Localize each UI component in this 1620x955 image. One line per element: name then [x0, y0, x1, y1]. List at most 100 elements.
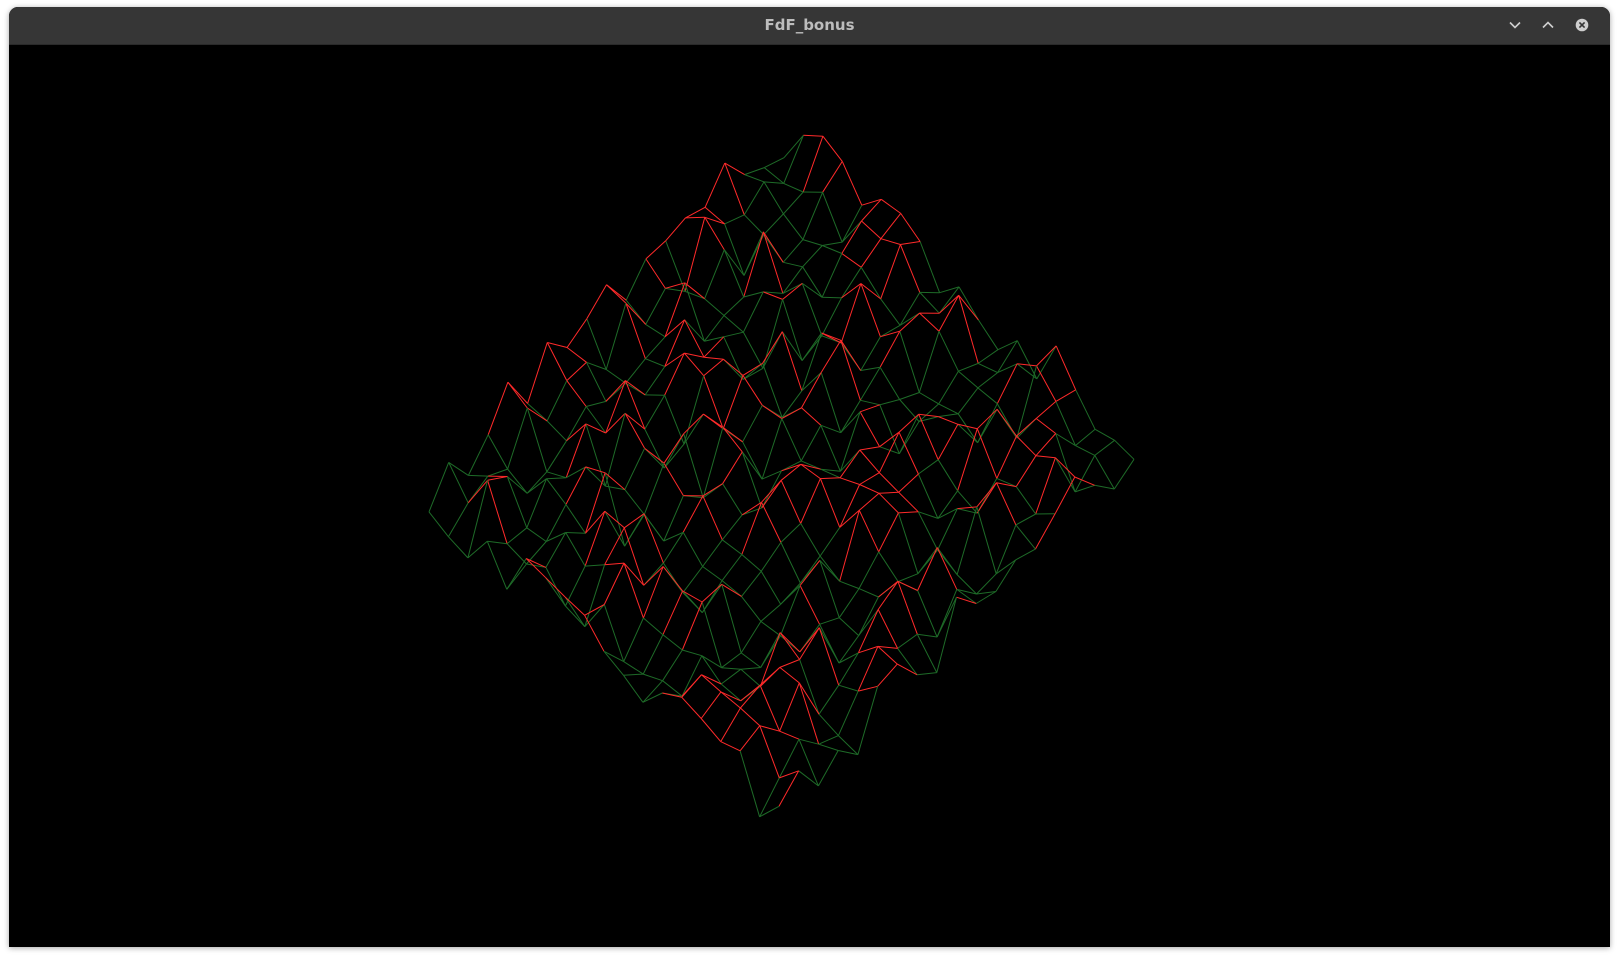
wireframe-edge — [958, 286, 979, 321]
wireframe-edge — [721, 514, 743, 541]
wireframe-edge — [704, 206, 725, 225]
wireframe-edge — [566, 361, 587, 381]
wireframe-edge — [722, 375, 744, 429]
wireframe-edge — [822, 161, 843, 193]
wireframe-edge — [858, 510, 880, 553]
wireframe-edge — [740, 684, 761, 702]
wireframe-edge — [545, 577, 566, 598]
wireframe-edge — [841, 267, 862, 299]
wireframe-edge — [860, 366, 881, 371]
wireframe-edge — [1094, 455, 1115, 490]
wireframe-edge — [721, 667, 741, 670]
wireframe-edge — [1036, 365, 1057, 402]
wireframe-edge — [740, 668, 761, 687]
wireframe-edge — [900, 241, 921, 245]
wireframe-edge — [917, 547, 938, 591]
wireframe-edge — [760, 632, 781, 668]
wireframe-edge — [740, 652, 761, 668]
wireframe-edge — [783, 213, 804, 240]
wireframe-edge — [742, 405, 763, 443]
wireframe-edge — [721, 539, 743, 555]
wireframe-edge — [623, 562, 645, 586]
wireframe-edge — [1055, 401, 1076, 446]
wireframe-edge — [761, 480, 782, 509]
wireframe-edge — [1094, 428, 1115, 441]
wireframe-edge — [878, 491, 899, 494]
wireframe-edge — [782, 299, 803, 361]
wireframe-edge — [744, 167, 765, 176]
wireframe-edge — [976, 482, 997, 514]
wireframe-edge — [763, 181, 784, 184]
wireframe-edge — [1075, 428, 1096, 446]
title-bar[interactable]: FdF_bonus — [9, 7, 1610, 45]
wireframe-edge — [645, 358, 665, 367]
wireframe-edge — [778, 770, 800, 807]
wireframe-edge — [822, 296, 842, 299]
wireframe-edge — [623, 562, 644, 619]
wireframe-edge — [878, 512, 899, 553]
wireframe-edge — [917, 672, 937, 676]
wireframe-edge — [722, 451, 743, 484]
wireframe-edge — [858, 685, 878, 692]
close-button[interactable] — [1571, 14, 1593, 36]
maximize-button[interactable] — [1537, 14, 1559, 36]
wireframe-canvas[interactable] — [9, 45, 1610, 947]
wireframe-edge — [780, 480, 802, 524]
wireframe-edge — [763, 181, 784, 215]
wireframe-edge — [742, 362, 763, 380]
wireframe-edge — [897, 512, 919, 574]
wireframe-edge — [682, 495, 704, 533]
wireframe-edge — [702, 566, 723, 582]
wireframe-edge — [798, 682, 820, 745]
wireframe-edge — [782, 239, 804, 263]
wireframe-edge — [486, 541, 508, 590]
wireframe-edge — [837, 690, 859, 736]
wireframe-edge — [584, 564, 606, 627]
wireframe-edge — [977, 349, 999, 364]
wireframe-edge — [722, 483, 743, 516]
wireframe-edge — [802, 239, 823, 246]
minimize-button[interactable] — [1504, 14, 1526, 36]
wireframe-edge — [918, 413, 939, 418]
wireframe-edge — [665, 282, 685, 289]
wireframe-edge — [720, 691, 741, 709]
wireframe-edge — [662, 649, 683, 681]
wireframe-edge — [879, 367, 901, 400]
wireframe-edge — [685, 216, 705, 219]
wireframe-edge — [1034, 513, 1056, 550]
wireframe-edge — [720, 683, 742, 702]
wireframe-edge — [643, 617, 664, 636]
wireframe-edge — [880, 238, 901, 245]
wireframe-edge — [898, 473, 919, 493]
wireframe-edge — [566, 380, 587, 407]
wireframe-edge — [820, 372, 842, 433]
wireframe-edge — [1015, 524, 1036, 550]
wireframe-edge — [743, 214, 765, 236]
wireframe-edge — [682, 590, 703, 603]
wireframe-edge — [779, 585, 801, 636]
wireframe-edge — [642, 680, 663, 703]
wireframe-edge — [958, 370, 979, 389]
wireframe-edge — [760, 571, 782, 605]
wireframe-edge — [859, 484, 880, 494]
wireframe-edge — [822, 245, 842, 254]
wireframe-edge — [506, 527, 528, 545]
wireframe-edge — [585, 564, 605, 567]
chevron-down-icon — [1509, 21, 1521, 29]
wireframe-edge — [917, 473, 939, 519]
wireframe-edge — [779, 682, 800, 732]
wireframe-edge — [665, 217, 686, 242]
wireframe-edge — [604, 562, 625, 566]
wireframe-edge — [899, 292, 921, 326]
wireframe-edge — [625, 258, 647, 301]
wireframe-edge — [743, 231, 764, 276]
wireframe-edge — [917, 633, 938, 638]
wireframe-edge — [897, 633, 918, 649]
wireframe-edge — [899, 244, 921, 293]
wireframe-edge — [644, 366, 666, 396]
wireframe-edge — [723, 331, 744, 338]
wireframe-edge — [603, 650, 624, 676]
wireframe-edge — [859, 449, 880, 474]
wireframe-edge — [839, 580, 860, 590]
wireframe-edge — [879, 399, 900, 406]
